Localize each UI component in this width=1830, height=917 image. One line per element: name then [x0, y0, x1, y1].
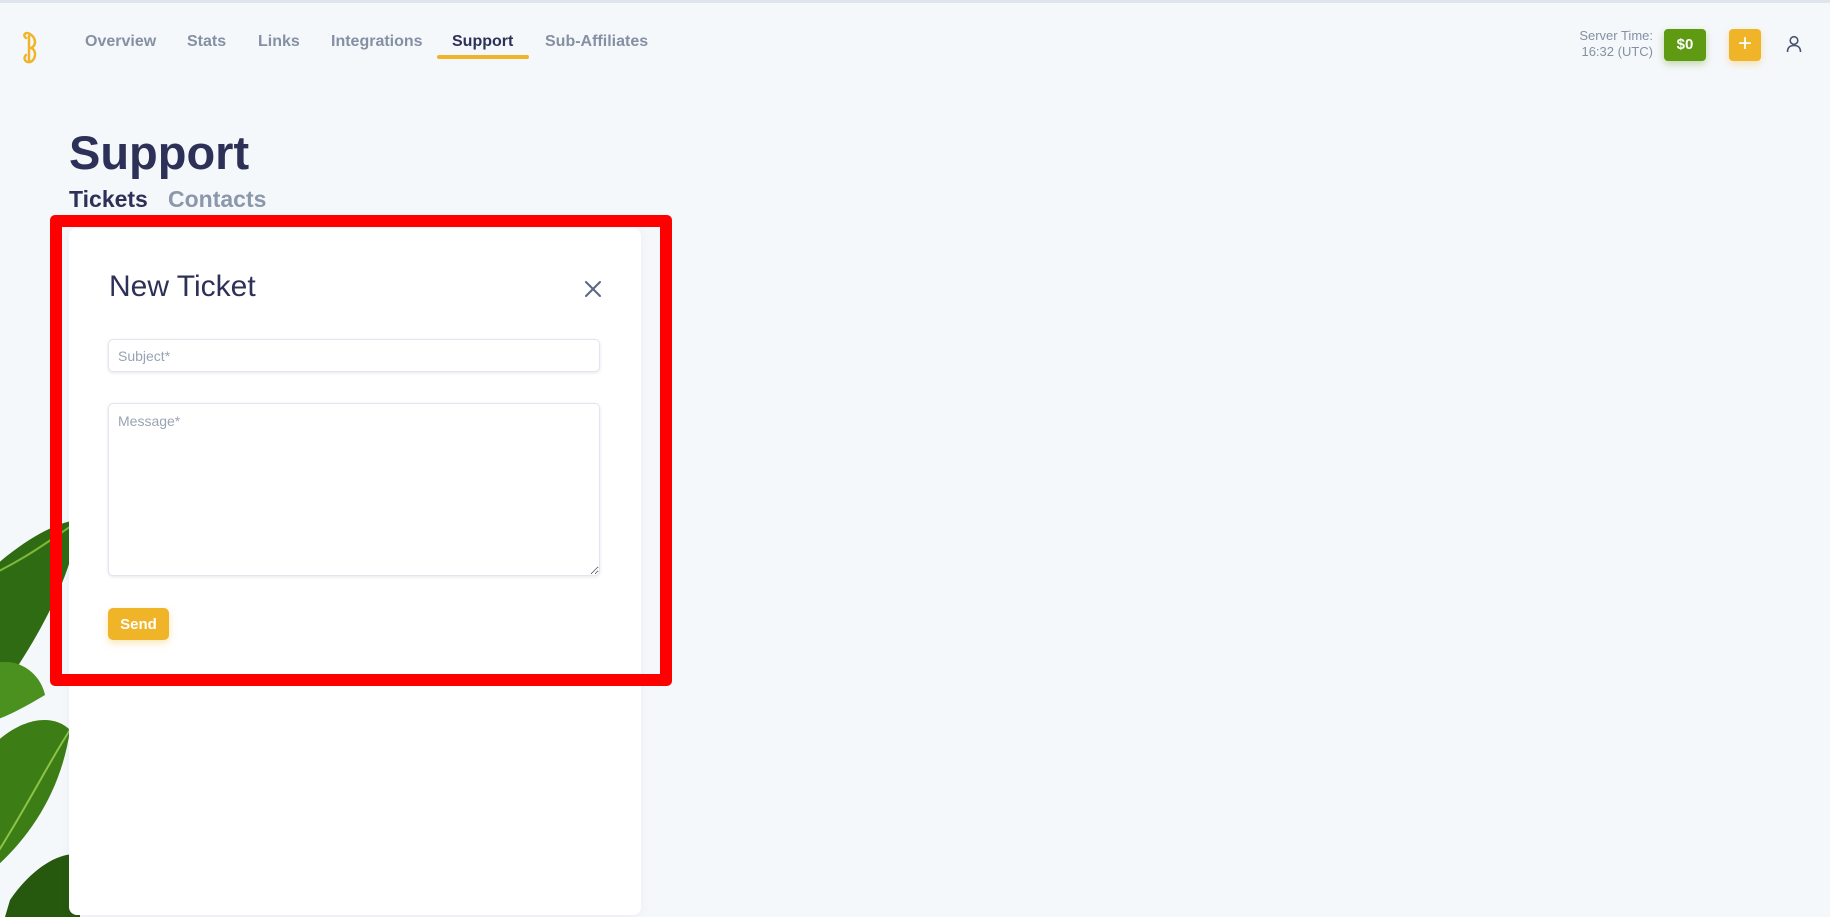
nav-item-links[interactable]: Links [258, 33, 300, 51]
message-textarea[interactable] [108, 403, 600, 576]
page-title: Support [69, 126, 250, 179]
send-button[interactable]: Send [108, 608, 169, 640]
close-icon[interactable] [582, 278, 604, 300]
active-nav-indicator [437, 55, 529, 59]
subject-input[interactable] [108, 339, 600, 372]
server-time-value: 16:32 (UTC) [1581, 44, 1653, 59]
modal-title: New Ticket [109, 270, 256, 303]
nav-item-overview[interactable]: Overview [85, 33, 156, 51]
server-time: Server Time: 16:32 (UTC) [1579, 28, 1653, 60]
nav-item-sub-affiliates[interactable]: Sub-Affiliates [545, 33, 648, 51]
user-icon[interactable] [1786, 35, 1802, 53]
nav-item-support[interactable]: Support [452, 33, 513, 51]
nav-item-stats[interactable]: Stats [187, 33, 226, 51]
top-navigation: Overview Stats Links Integrations Suppor… [0, 3, 1830, 83]
plus-icon[interactable]: + [1729, 29, 1761, 61]
server-time-label: Server Time: [1579, 28, 1653, 43]
brand-logo-icon[interactable] [20, 31, 42, 65]
tab-tickets[interactable]: Tickets [69, 186, 148, 213]
balance-button[interactable]: $0 [1664, 29, 1706, 61]
nav-item-integrations[interactable]: Integrations [331, 33, 423, 51]
tab-contacts[interactable]: Contacts [168, 186, 266, 213]
